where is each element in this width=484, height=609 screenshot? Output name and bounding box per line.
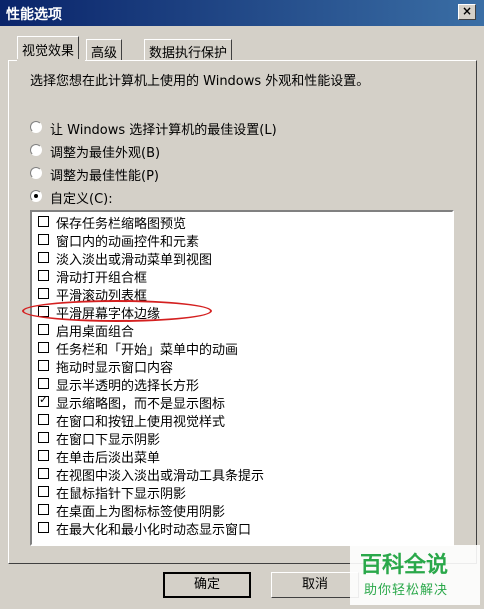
radio-button[interactable] xyxy=(30,167,42,179)
watermark-logo: 百科全说 助你轻松解决 xyxy=(350,545,480,605)
radio-button[interactable] xyxy=(30,121,42,133)
close-button[interactable]: × xyxy=(458,4,476,20)
list-item-label: 显示缩略图，而不是显示图标 xyxy=(56,397,226,412)
list-item-label: 平滑滚动列表框 xyxy=(56,289,148,304)
list-item-label: 窗口内的动画控件和元素 xyxy=(56,235,200,250)
watermark-subtitle: 助你轻松解决 xyxy=(364,583,449,598)
list-item-label: 在最大化和最小化时动态显示窗口 xyxy=(56,523,252,538)
checkbox[interactable] xyxy=(38,393,49,407)
description-text: 选择您想在此计算机上使用的 Windows 外观和性能设置。 xyxy=(30,74,370,89)
checkbox[interactable] xyxy=(38,468,49,479)
tab-label: 数据执行保护 xyxy=(149,46,228,61)
checkbox[interactable] xyxy=(38,522,49,533)
checkbox[interactable] xyxy=(38,342,49,353)
ok-button-label: 确定 xyxy=(193,577,220,592)
radio-button[interactable] xyxy=(30,190,42,202)
checkbox[interactable] xyxy=(38,324,49,335)
ok-button[interactable]: 确定 xyxy=(163,572,251,598)
tab-data-execution-prevention[interactable]: 数据执行保护 xyxy=(144,39,233,61)
checkbox[interactable] xyxy=(38,378,49,389)
checkbox[interactable] xyxy=(38,414,49,425)
checkbox[interactable] xyxy=(38,504,49,515)
list-item-label: 淡入淡出或滑动菜单到视图 xyxy=(56,253,213,268)
radio-label: 自定义(C): xyxy=(50,192,113,207)
checkbox[interactable] xyxy=(38,234,49,245)
list-item-label: 在桌面上为图标标签使用阴影 xyxy=(56,505,226,520)
radio-label: 调整为最佳外观(B) xyxy=(50,146,161,161)
radio-label: 调整为最佳性能(P) xyxy=(50,169,159,184)
checkbox[interactable] xyxy=(38,306,49,317)
list-item-label: 在鼠标指针下显示阴影 xyxy=(56,487,187,502)
radio-label: 让 Windows 选择计算机的最佳设置(L) xyxy=(50,123,277,138)
list-item-label: 滑动打开组合框 xyxy=(56,271,148,286)
list-item-label: 在窗口下显示阴影 xyxy=(56,433,161,448)
close-icon: × xyxy=(461,4,473,18)
tab-label: 视觉效果 xyxy=(22,44,75,59)
checkbox[interactable] xyxy=(38,216,49,227)
list-item-label: 在视图中淡入淡出或滑动工具条提示 xyxy=(56,469,265,484)
tab-advanced[interactable]: 高级 xyxy=(86,39,123,61)
radio-button[interactable] xyxy=(30,144,42,156)
list-item-label: 平滑屏幕字体边缘 xyxy=(56,307,161,322)
checkbox[interactable] xyxy=(38,252,49,263)
cancel-button-label: 取消 xyxy=(301,577,328,592)
tab-label: 高级 xyxy=(91,46,118,61)
list-item-label: 显示半透明的选择长方形 xyxy=(56,379,200,394)
list-item-label: 保存任务栏缩略图预览 xyxy=(56,217,187,232)
effects-listbox[interactable]: 保存任务栏缩略图预览 窗口内的动画控件和元素 淡入淡出或滑动菜单到视图 滑动打开… xyxy=(30,210,454,546)
title-bar: 性能选项 × xyxy=(0,0,484,26)
tab-joint xyxy=(17,59,85,62)
checkbox[interactable] xyxy=(38,288,49,299)
list-item-label: 任务栏和「开始」菜单中的动画 xyxy=(56,343,239,358)
checkbox[interactable] xyxy=(38,450,49,461)
window-title: 性能选项 xyxy=(6,7,62,23)
checkbox[interactable] xyxy=(38,360,49,371)
list-item-label: 在窗口和按钮上使用视觉样式 xyxy=(56,415,226,430)
checkbox[interactable] xyxy=(38,270,49,281)
list-item-label: 拖动时显示窗口内容 xyxy=(56,361,174,376)
checkbox[interactable] xyxy=(38,486,49,497)
watermark-title: 百科全说 xyxy=(360,553,449,578)
list-item-label: 在单击后淡出菜单 xyxy=(56,451,161,466)
checkbox[interactable] xyxy=(38,432,49,443)
list-item-label: 启用桌面组合 xyxy=(56,325,135,340)
cancel-button[interactable]: 取消 xyxy=(271,572,359,598)
